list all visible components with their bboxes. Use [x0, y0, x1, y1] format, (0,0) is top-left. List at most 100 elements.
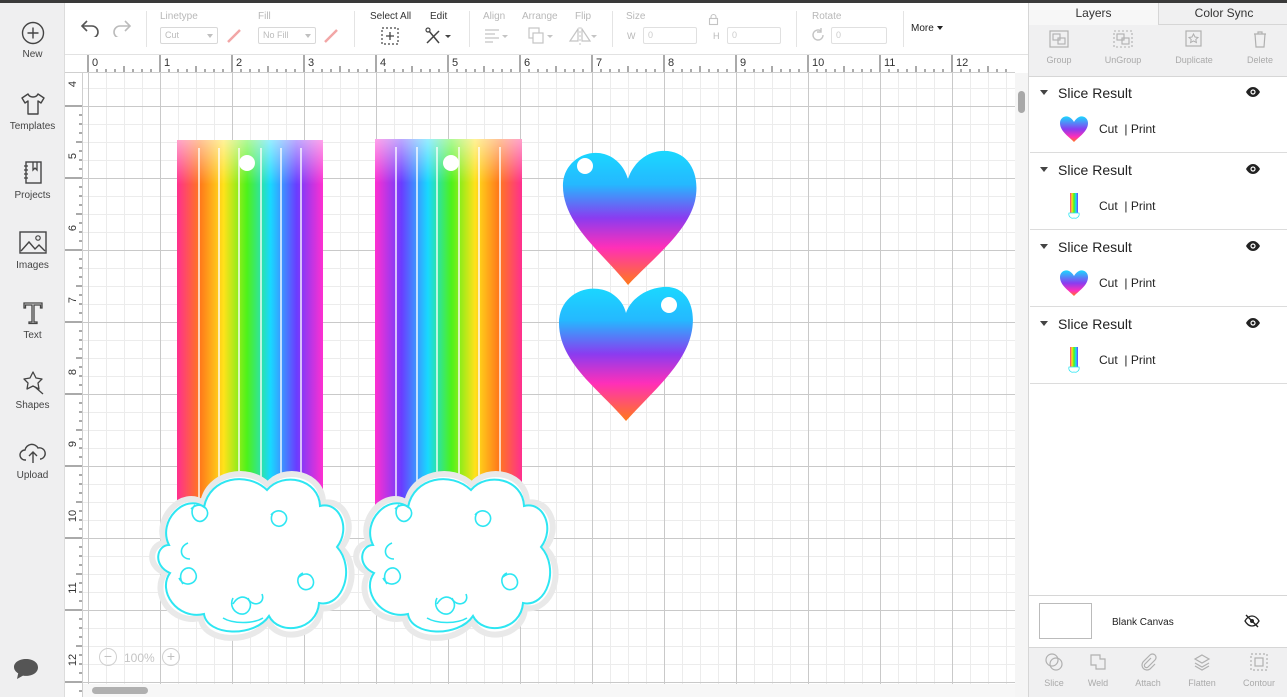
canvas-horizontal-scrollbar[interactable] [83, 684, 1015, 697]
layer-title: Slice Result [1058, 239, 1132, 255]
rotate-icon[interactable] [810, 27, 826, 43]
ruler-label: 5 [67, 153, 79, 159]
fill-color-swatch-icon[interactable] [322, 27, 340, 45]
layer-thumbnail-heart [1060, 270, 1088, 296]
sidebar-item-text[interactable]: Text [0, 299, 65, 359]
redo-icon[interactable] [111, 17, 133, 37]
sidebar-item-label: Text [23, 330, 42, 341]
chat-bubble-icon [14, 659, 38, 679]
duplicate-label: Duplicate [1175, 55, 1213, 65]
collapse-caret-icon[interactable] [1040, 90, 1048, 95]
arrange-icon[interactable] [527, 26, 555, 46]
ungroup-icon [1113, 30, 1133, 48]
rainbow-strip-left[interactable] [177, 140, 323, 510]
sidebar-item-label: Shapes [15, 400, 50, 411]
flatten-button[interactable]: Flatten [1177, 652, 1227, 688]
sidebar-item-templates[interactable]: Templates [0, 90, 65, 150]
rotate-label: Rotate [812, 11, 842, 22]
heart-top[interactable] [562, 150, 697, 285]
undo-redo-group [77, 3, 137, 55]
tshirt-icon [20, 93, 45, 115]
contour-button[interactable]: Contour [1234, 652, 1284, 688]
sidebar-item-label: New [22, 49, 43, 60]
eye-icon[interactable] [1245, 163, 1261, 175]
edit-tools-icon[interactable] [424, 26, 452, 46]
zoom-out-button[interactable]: − [99, 648, 117, 666]
ruler-label: 0 [92, 57, 98, 69]
tab-layers[interactable]: Layers [1029, 3, 1159, 25]
ruler-label: 2 [236, 57, 242, 69]
ungroup-button[interactable]: UnGroup [1093, 29, 1153, 65]
layer-thumbnail-rainbow [1068, 347, 1080, 373]
sidebar-item-images[interactable]: Images [0, 229, 65, 289]
attach-label: Attach [1135, 678, 1161, 688]
tab-color-sync[interactable]: Color Sync [1159, 3, 1287, 25]
cloud-upload-icon [18, 443, 46, 463]
rainbow-strip-right[interactable] [375, 139, 522, 505]
paperclip-icon [1141, 653, 1157, 671]
zoom-in-button[interactable]: + [162, 648, 180, 666]
layer-row[interactable]: Slice Result Cut | Print [1030, 231, 1287, 307]
attach-button[interactable]: Attach [1123, 652, 1173, 688]
eye-icon[interactable] [1245, 86, 1261, 98]
collapse-caret-icon[interactable] [1040, 321, 1048, 326]
layer-title: Slice Result [1058, 85, 1132, 101]
more-button[interactable]: More [911, 23, 943, 34]
ruler-label: 10 [67, 510, 79, 522]
scrollbar-thumb[interactable] [1018, 91, 1025, 113]
align-icon[interactable] [483, 27, 511, 45]
flip-icon[interactable] [568, 26, 598, 46]
layer-title: Slice Result [1058, 162, 1132, 178]
chevron-down-icon [207, 34, 213, 38]
rotate-input[interactable]: 0 [831, 27, 887, 44]
trash-icon [1254, 31, 1266, 48]
panel-tabs: Layers Color Sync [1029, 3, 1287, 25]
collapse-caret-icon[interactable] [1040, 167, 1048, 172]
lock-icon[interactable] [708, 13, 719, 26]
linetype-color-swatch-icon[interactable] [225, 27, 243, 45]
sidebar-item-upload[interactable]: Upload [0, 439, 65, 499]
weld-button[interactable]: Weld [1073, 652, 1123, 688]
slice-icon [1045, 653, 1063, 671]
duplicate-button[interactable]: Duplicate [1164, 29, 1224, 65]
linetype-select[interactable]: Cut [160, 27, 218, 44]
ungroup-label: UnGroup [1104, 55, 1142, 65]
group-button[interactable]: Group [1029, 29, 1089, 65]
sidebar-item-projects[interactable]: Projects [0, 159, 65, 219]
eye-icon[interactable] [1245, 317, 1261, 329]
ruler-ticks: 4 5 6 7 8 9 10 11 12 [65, 81, 82, 692]
cloud-left[interactable] [149, 471, 355, 641]
layer-operation: Cut | Print [1099, 122, 1156, 136]
eye-icon[interactable] [1245, 240, 1261, 252]
design-canvas[interactable]: − 100% + [83, 73, 1015, 697]
ruler-label: 9 [67, 441, 79, 447]
layer-row[interactable]: Slice Result Cut | Print [1030, 154, 1287, 230]
layer-operation: Cut | Print [1099, 276, 1156, 290]
canvas-vertical-scrollbar[interactable] [1015, 73, 1028, 697]
eye-hidden-icon[interactable] [1244, 614, 1260, 628]
ruler-label: 8 [67, 369, 79, 375]
ruler-label: 12 [67, 654, 79, 666]
select-all-icon[interactable] [380, 26, 400, 46]
ruler-label: 7 [596, 57, 602, 69]
width-input[interactable]: 0 [643, 27, 697, 44]
blank-canvas-swatch[interactable] [1039, 603, 1092, 639]
slice-label: Slice [1044, 678, 1064, 688]
sidebar-item-shapes[interactable]: Shapes [0, 369, 65, 429]
height-input[interactable]: 0 [727, 27, 781, 44]
flatten-label: Flatten [1188, 678, 1216, 688]
slice-button[interactable]: Slice [1029, 652, 1079, 688]
heart-bottom[interactable] [559, 286, 693, 421]
delete-button[interactable]: Delete [1230, 29, 1287, 65]
collapse-caret-icon[interactable] [1040, 244, 1048, 249]
blank-canvas-row[interactable]: Blank Canvas [1029, 595, 1287, 647]
layer-row[interactable]: Slice Result Cut | Print [1030, 308, 1287, 384]
undo-icon[interactable] [79, 17, 101, 37]
layer-row[interactable]: Slice Result Cut | Print [1030, 77, 1287, 153]
cloud-right[interactable] [353, 471, 559, 641]
layer-thumbnail-rainbow [1068, 193, 1080, 219]
scrollbar-thumb[interactable] [92, 687, 148, 694]
sidebar-item-new[interactable]: New [0, 20, 65, 80]
fill-select[interactable]: No Fill [258, 27, 316, 44]
chat-button[interactable] [12, 657, 40, 686]
